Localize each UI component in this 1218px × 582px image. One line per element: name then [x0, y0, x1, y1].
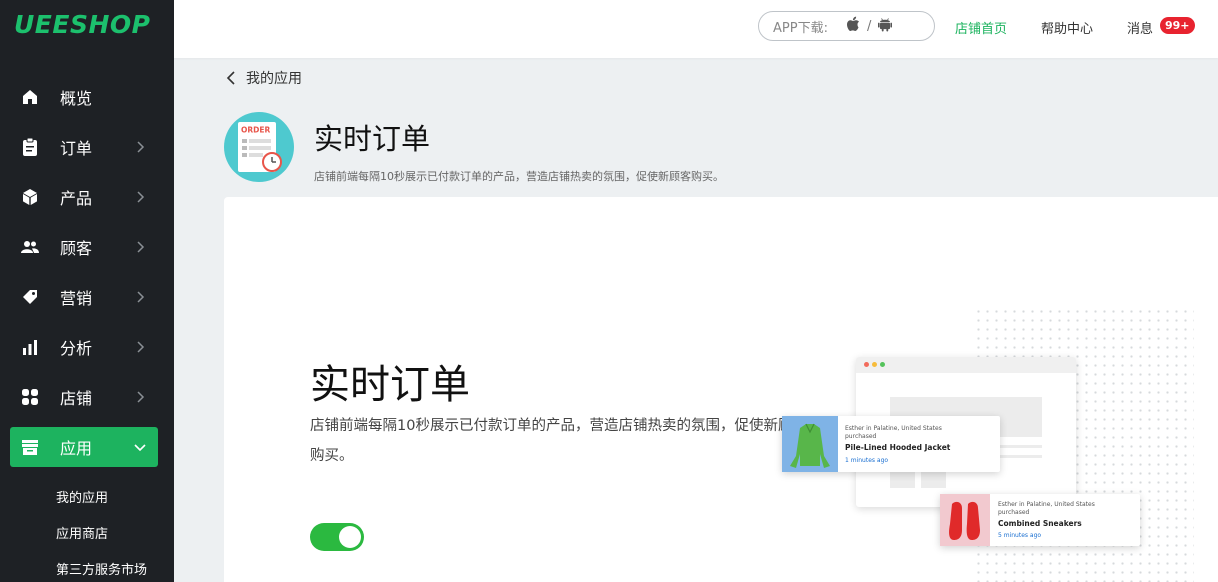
notification-product: Combined Sneakers	[998, 519, 1082, 528]
preview-notification: Esther in Palatine, United States purcha…	[940, 494, 1140, 546]
message-count-badge: 99+	[1160, 17, 1195, 34]
app-download-label: APP下载:	[773, 20, 828, 36]
sidebar-item-marketing[interactable]: 营销	[10, 277, 158, 317]
back-link[interactable]: 我的应用	[226, 68, 302, 88]
clipboard-icon	[20, 137, 40, 157]
sidebar-item-analytics[interactable]: 分析	[10, 327, 158, 367]
notification-product: Pile-Lined Hooded Jacket	[845, 443, 951, 452]
card-description: 店铺前端每隔10秒展示已付款订单的产品，营造店铺热卖的氛围，促使新顾客购买。	[310, 418, 807, 464]
card-title: 实时订单	[310, 362, 470, 408]
chevron-right-icon	[137, 391, 145, 403]
sidebar-item-apps[interactable]: 应用	[10, 427, 158, 467]
store-icon	[20, 437, 40, 457]
chevron-left-icon	[226, 71, 235, 85]
window-dot	[880, 362, 885, 367]
cube-icon	[20, 187, 40, 207]
sidebar-item-label: 概览	[60, 89, 93, 108]
preview-notification: Esther in Palatine, United States purcha…	[782, 416, 1000, 472]
chevron-down-icon	[134, 444, 146, 452]
sidebar-item-label: 应用	[60, 439, 93, 458]
toggle-knob	[339, 526, 361, 548]
home-icon	[20, 87, 40, 107]
sidebar-item-label: 营销	[60, 289, 93, 308]
separator: /	[866, 18, 872, 34]
sidebar: UEESHOP 概览 订单 产品 顾客 营销 分析 店铺 应用 我的应用 应用商…	[0, 0, 174, 582]
placeholder-block	[890, 472, 915, 488]
apple-icon[interactable]	[846, 16, 860, 36]
android-icon[interactable]	[878, 16, 893, 36]
chevron-right-icon	[137, 241, 145, 253]
order-app-icon: ORDER	[224, 112, 294, 182]
app-detail-card: 实时订单 店铺前端每隔10秒展示已付款订单的产品，营造店铺热卖的氛围，促使新顾客…	[224, 197, 1218, 582]
sidebar-item-store[interactable]: 店铺	[10, 377, 158, 417]
order-label: ORDER	[241, 126, 270, 135]
tag-icon	[20, 287, 40, 307]
help-center-link[interactable]: 帮助中心	[1041, 18, 1093, 37]
sidebar-item-orders[interactable]: 订单	[10, 127, 158, 167]
notification-time: 5 minutes ago	[998, 532, 1042, 539]
users-icon	[20, 237, 40, 257]
product-thumbnail	[940, 494, 990, 546]
notification-time: 1 minutes ago	[845, 457, 889, 464]
bar-chart-icon	[20, 337, 40, 357]
notification-action: purchased	[845, 433, 877, 440]
app-description: 店铺前端每隔10秒展示已付款订单的产品，营造店铺热卖的氛围，促使新顾客购买。	[314, 170, 724, 183]
placeholder-block	[921, 472, 946, 488]
sidebar-item-label: 产品	[60, 189, 93, 208]
window-dot	[872, 362, 877, 367]
top-bar: APP下载: / 店铺首页 帮助中心 消息 99+	[174, 0, 1218, 58]
notification-location: Esther in Palatine, United States	[845, 425, 942, 432]
chevron-right-icon	[137, 141, 145, 153]
notification-action: purchased	[998, 509, 1030, 516]
store-home-link[interactable]: 店铺首页	[955, 18, 1007, 37]
sidebar-subitem-my-apps[interactable]: 我的应用	[56, 487, 108, 506]
sidebar-subitem-app-store[interactable]: 应用商店	[56, 523, 108, 542]
messages-link[interactable]: 消息	[1127, 18, 1153, 37]
product-thumbnail	[782, 416, 838, 472]
sidebar-item-label: 分析	[60, 339, 93, 358]
window-dot	[864, 362, 869, 367]
notification-location: Esther in Palatine, United States	[998, 501, 1095, 508]
chevron-right-icon	[137, 291, 145, 303]
brand-logo[interactable]: UEESHOP	[14, 10, 150, 39]
app-title: 实时订单	[314, 122, 431, 156]
chevron-right-icon	[137, 191, 145, 203]
sidebar-item-label: 顾客	[60, 239, 93, 258]
sidebar-item-label: 订单	[60, 139, 93, 158]
chevron-right-icon	[137, 341, 145, 353]
back-link-label: 我的应用	[246, 71, 302, 87]
sidebar-item-overview[interactable]: 概览	[10, 77, 158, 117]
sidebar-item-customers[interactable]: 顾客	[10, 227, 158, 267]
app-download-pill: APP下载: /	[758, 11, 935, 41]
sidebar-item-products[interactable]: 产品	[10, 177, 158, 217]
enable-toggle[interactable]	[310, 523, 364, 551]
sidebar-subitem-third-party-market[interactable]: 第三方服务市场	[56, 559, 147, 578]
browser-bar	[856, 357, 1076, 373]
sidebar-item-label: 店铺	[60, 389, 93, 408]
grid-icon	[20, 387, 40, 407]
